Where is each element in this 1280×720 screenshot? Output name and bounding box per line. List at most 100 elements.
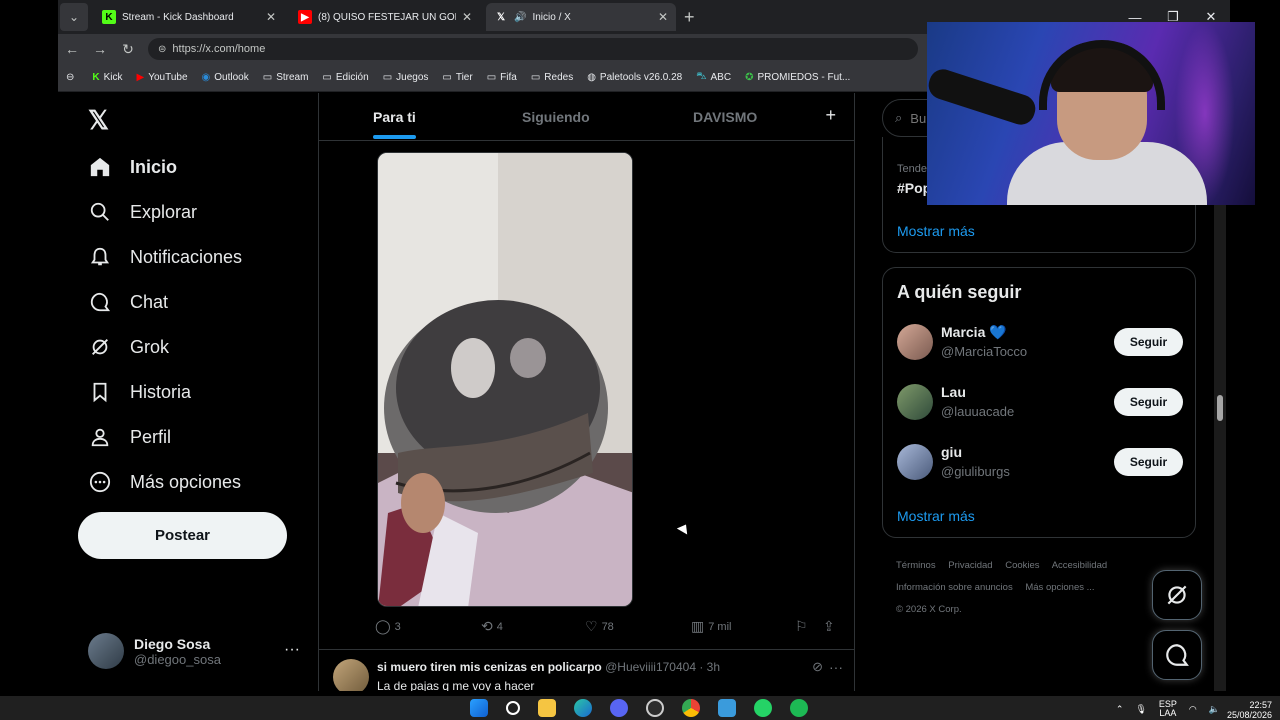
home-icon [88, 155, 112, 179]
show-more-link[interactable]: Mostrar más [897, 223, 975, 239]
footer-links: Términos Privacidad Cookies Accesibilida… [896, 555, 1156, 621]
tab-search-button[interactable]: ⌄ [60, 3, 88, 31]
nav-chat[interactable]: Chat [88, 290, 168, 314]
who-to-follow-title: A quién seguir [897, 282, 1022, 302]
more-dots-icon[interactable]: ··· [829, 659, 843, 675]
bookmark-folder-edicion[interactable]: ▭ Edición [322, 72, 368, 83]
tab-x-home[interactable]: 𝕏 🔊 Inicio / X ✕ [486, 3, 676, 31]
close-icon[interactable]: ✕ [658, 10, 668, 24]
chrome-icon[interactable] [682, 699, 700, 717]
url-field[interactable]: ⊜ https://x.com/home [148, 38, 918, 60]
tab-youtube[interactable]: ▶ (8) QUISO FESTEJAR UN GOL Y SA ✕ [290, 3, 480, 31]
bookmark-folder-redes[interactable]: ▭ Redes [531, 72, 573, 83]
bell-icon [88, 245, 112, 269]
globe-icon: ◍ [587, 72, 596, 83]
edge-icon[interactable] [574, 699, 592, 717]
windows-start-icon[interactable] [470, 699, 488, 717]
site-info-icon[interactable]: ⊜ [158, 44, 166, 55]
more-dots-icon[interactable]: ··· [284, 641, 300, 659]
game-app-icon[interactable] [646, 699, 664, 717]
nav-explore[interactable]: Explorar [88, 200, 197, 224]
bookmark-youtube[interactable]: ▶ YouTube [137, 72, 188, 83]
post-author-handle[interactable]: @Hueviiii170404 [605, 660, 696, 674]
follow-suggestion[interactable]: Marcia 💙 @MarciaTocco Seguir [897, 324, 1183, 364]
bookmark-folder-stream[interactable]: ▭ Stream [263, 72, 309, 83]
close-icon[interactable]: ✕ [462, 10, 472, 24]
wifi-icon[interactable]: ◠ [1189, 704, 1197, 715]
volume-icon[interactable]: 🔈 [1209, 704, 1220, 715]
reply-button[interactable]: ◯ 3 [375, 618, 401, 635]
nav-home[interactable]: Inicio [88, 155, 177, 179]
chevron-down-icon: ⌄ [68, 10, 80, 24]
kick-icon: K [102, 10, 116, 24]
bookmark-outlook[interactable]: ◉ Outlook [202, 72, 249, 83]
mic-icon[interactable]: 🎙 [1135, 704, 1146, 715]
notepad-icon[interactable] [718, 699, 736, 717]
repost-button[interactable]: ⟲ 4 [481, 618, 503, 635]
forward-button[interactable]: → [86, 41, 114, 57]
nav-notifications[interactable]: Notificaciones [88, 245, 242, 269]
footer-link[interactable]: Información sobre anuncios [896, 582, 1013, 593]
bookmark-paletools[interactable]: ◍ Paletools v26.0.28 [587, 72, 682, 83]
discord-icon[interactable] [610, 699, 628, 717]
follow-button[interactable]: Seguir [1114, 328, 1183, 356]
follow-suggestion[interactable]: giu @giuliburgs Seguir [897, 444, 1183, 484]
post-image[interactable] [377, 152, 633, 607]
close-icon[interactable]: ✕ [266, 10, 276, 24]
nav-profile[interactable]: Perfil [88, 425, 171, 449]
post-button[interactable]: Postear [78, 512, 287, 559]
language-indicator[interactable]: ESP LAA [1159, 700, 1177, 718]
clock[interactable]: 22:57 25/08/2026 [1227, 700, 1272, 720]
views-button[interactable]: ▥ 7 mil [691, 618, 731, 635]
add-tab-icon[interactable]: + [825, 105, 836, 126]
bookmark-promiedos[interactable]: ✪ PROMIEDOS - Fut... [745, 72, 850, 83]
bookmark-folder-tier[interactable]: ▭ Tier [442, 72, 472, 83]
scrollbar-thumb[interactable] [1217, 395, 1223, 421]
next-post[interactable]: si muero tiren mis cenizas en policarpo … [333, 657, 843, 691]
post-author-name[interactable]: si muero tiren mis cenizas en policarpo [377, 660, 602, 674]
nav-bookmarks[interactable]: Historia [88, 380, 191, 404]
footer-link[interactable]: Cookies [1005, 560, 1039, 571]
like-button[interactable]: ♡ 78 [585, 618, 614, 635]
spotify-icon[interactable] [790, 699, 808, 717]
bookmarks-menu-icon[interactable]: ⊖ [66, 72, 78, 83]
follow-suggestion[interactable]: Lau @lauuacade Seguir [897, 384, 1183, 424]
account-switcher[interactable]: Diego Sosa @diegoo_sosa ··· [88, 631, 308, 671]
show-more-link[interactable]: Mostrar más [897, 508, 975, 524]
nav-grok[interactable]: Grok [88, 335, 169, 359]
tab-following[interactable]: Siguiendo [522, 109, 590, 125]
follow-button[interactable]: Seguir [1114, 388, 1183, 416]
bookmark-kick[interactable]: K Kick [92, 72, 122, 83]
follow-button[interactable]: Seguir [1114, 448, 1183, 476]
bookmark-button[interactable]: ⚐ [795, 618, 812, 635]
reload-button[interactable]: ↻ [114, 41, 142, 58]
bookmark-folder-juegos[interactable]: ▭ Juegos [383, 72, 429, 83]
speaker-icon: 🔊 [514, 11, 527, 23]
avatar[interactable] [333, 659, 369, 691]
grok-fab-button[interactable] [1152, 570, 1202, 620]
reply-icon: ◯ [375, 618, 391, 634]
file-explorer-icon[interactable] [538, 699, 556, 717]
footer-link[interactable]: Privacidad [948, 560, 992, 571]
chat-fab-button[interactable] [1152, 630, 1202, 680]
tab-kick[interactable]: K Stream - Kick Dashboard ✕ [94, 3, 284, 31]
share-button[interactable]: ⇪ [823, 618, 839, 635]
whatsapp-icon[interactable] [754, 699, 772, 717]
avatar [88, 633, 124, 669]
grok-icon[interactable]: ⊘ [812, 659, 823, 675]
back-button[interactable]: ← [58, 41, 86, 57]
footer-link[interactable]: Más opciones ... [1025, 582, 1094, 593]
avatar [897, 384, 933, 420]
search-icon[interactable] [506, 701, 520, 715]
footer-link[interactable]: Términos [896, 560, 936, 571]
x-logo-icon[interactable]: 𝕏 [88, 105, 109, 136]
new-tab-button[interactable]: + [684, 7, 695, 28]
tab-for-you[interactable]: Para ti [373, 109, 416, 139]
clock-time: 22:57 [1249, 700, 1272, 710]
bookmark-abc[interactable]: ⛍ ABC [696, 71, 731, 84]
tab-davismo[interactable]: DAVISMO [693, 109, 757, 125]
nav-more[interactable]: Más opciones [88, 470, 241, 494]
bookmark-folder-fifa[interactable]: ▭ Fifa [487, 72, 517, 83]
chevron-up-icon[interactable]: ⌃ [1116, 704, 1124, 715]
footer-link[interactable]: Accesibilidad [1052, 560, 1107, 571]
